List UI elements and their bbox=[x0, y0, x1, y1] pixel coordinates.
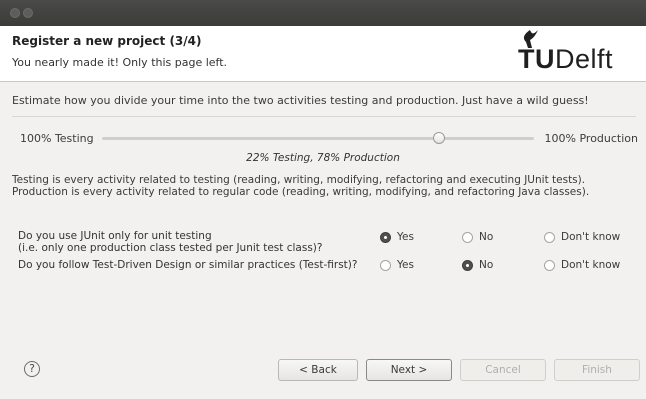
back-button[interactable]: < Back bbox=[278, 359, 358, 381]
slider-value-label: 22% Testing, 78% Production bbox=[246, 152, 400, 164]
radio-label: Don't know bbox=[561, 259, 621, 271]
radio-dot bbox=[380, 259, 391, 271]
radio-dot bbox=[380, 231, 391, 243]
q2-dont-know-radio[interactable]: Don't know bbox=[544, 259, 620, 271]
radio-dot bbox=[544, 231, 555, 243]
testing-explanation: Testing is every activity related to tes… bbox=[12, 174, 586, 186]
q1-yes-radio[interactable]: Yes bbox=[380, 231, 414, 243]
window-titlebar bbox=[0, 0, 646, 26]
wizard-subtitle: You nearly made it! Only this page left. bbox=[12, 56, 228, 69]
slider-left-label: 100% Testing bbox=[20, 132, 94, 145]
q2-no-radio[interactable]: No bbox=[462, 259, 493, 271]
wizard-footer: ? < Back Next > Cancel Finish bbox=[0, 351, 646, 399]
testing-production-slider[interactable] bbox=[102, 132, 534, 144]
radio-label: Yes bbox=[397, 259, 414, 271]
question-line: Do you follow Test-Driven Design or simi… bbox=[18, 259, 358, 271]
q2-yes-radio[interactable]: Yes bbox=[380, 259, 414, 271]
cancel-button[interactable]: Cancel bbox=[460, 359, 546, 381]
close-window-button[interactable] bbox=[10, 8, 20, 18]
help-icon[interactable]: ? bbox=[24, 361, 40, 377]
tudelft-logo: TUDelft bbox=[518, 44, 613, 75]
finish-button[interactable]: Finish bbox=[554, 359, 640, 381]
logo-letter-u: U bbox=[535, 44, 555, 74]
radio-dot bbox=[462, 259, 473, 271]
slider-thumb[interactable] bbox=[432, 132, 445, 144]
logo-letter-t: T bbox=[518, 44, 535, 74]
explanation-text: Testing is every activity related to tes… bbox=[12, 174, 642, 198]
radio-label: No bbox=[479, 259, 494, 271]
radio-label: No bbox=[479, 231, 494, 243]
q1-dont-know-radio[interactable]: Don't know bbox=[544, 231, 620, 243]
radio-dot bbox=[544, 259, 555, 271]
wizard-header: Register a new project (3/4) You nearly … bbox=[0, 26, 646, 82]
question-line: Do you use JUnit only for unit testing bbox=[18, 230, 212, 242]
logo-word-delft: Delft bbox=[555, 44, 614, 74]
wizard-content: Estimate how you divide your time into t… bbox=[0, 82, 646, 351]
slider-right-label: 100% Production bbox=[544, 132, 638, 145]
production-explanation: Production is every activity related to … bbox=[12, 186, 590, 198]
estimate-prompt: Estimate how you divide your time into t… bbox=[12, 94, 589, 107]
minimize-window-button[interactable] bbox=[23, 8, 33, 18]
radio-label: Yes bbox=[397, 231, 414, 243]
next-button[interactable]: Next > bbox=[366, 359, 452, 381]
divider bbox=[12, 116, 636, 117]
radio-label: Don't know bbox=[561, 231, 621, 243]
question-line: (i.e. only one production class tested p… bbox=[18, 242, 323, 254]
question-junit-unit: Do you use JUnit only for unit testing (… bbox=[18, 230, 322, 254]
wizard-title: Register a new project (3/4) bbox=[12, 34, 202, 48]
radio-dot bbox=[462, 231, 473, 243]
question-tdd: Do you follow Test-Driven Design or simi… bbox=[18, 259, 357, 271]
q1-no-radio[interactable]: No bbox=[462, 231, 493, 243]
